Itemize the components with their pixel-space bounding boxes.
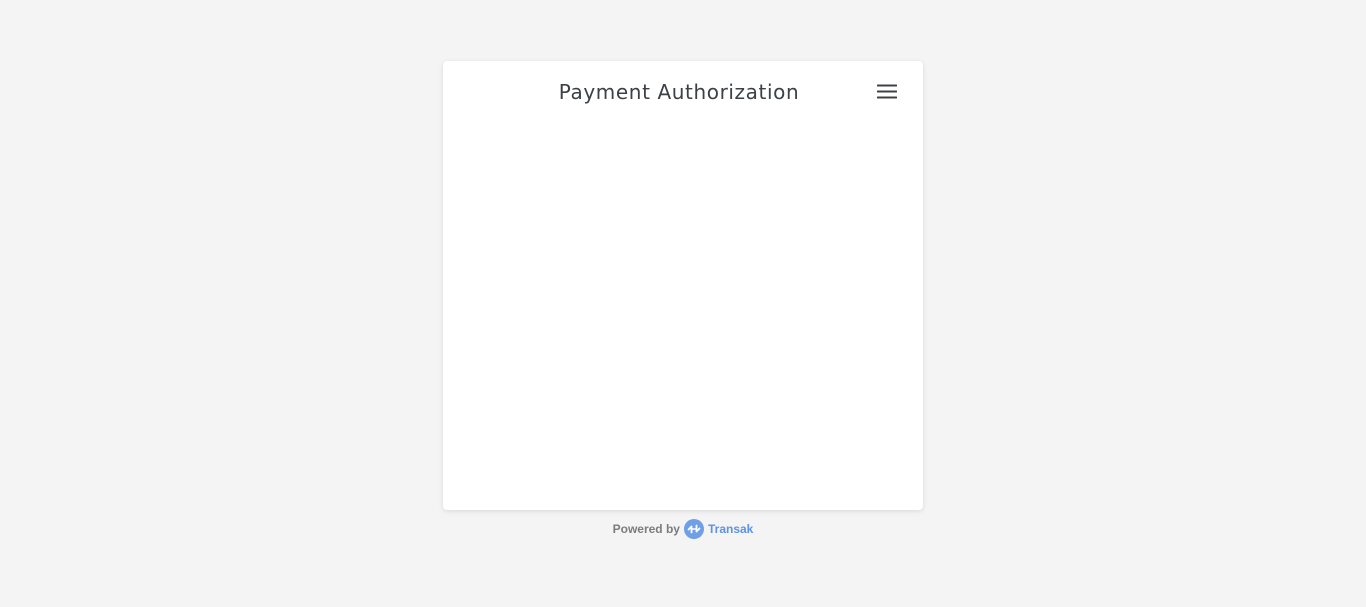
powered-by-footer: Powered by Transak xyxy=(443,518,923,540)
brand-name[interactable]: Transak xyxy=(708,522,753,536)
card-header: Payment Authorization xyxy=(443,61,923,123)
page-title: Payment Authorization xyxy=(558,80,800,104)
payment-card: Payment Authorization xyxy=(443,61,923,510)
powered-by-label: Powered by xyxy=(612,522,680,536)
page: Payment Authorization Powered by Transak xyxy=(0,0,1366,607)
hamburger-menu-icon xyxy=(875,82,899,102)
transak-logo-icon xyxy=(683,519,704,539)
menu-button[interactable] xyxy=(875,82,899,102)
card-body xyxy=(443,123,923,510)
